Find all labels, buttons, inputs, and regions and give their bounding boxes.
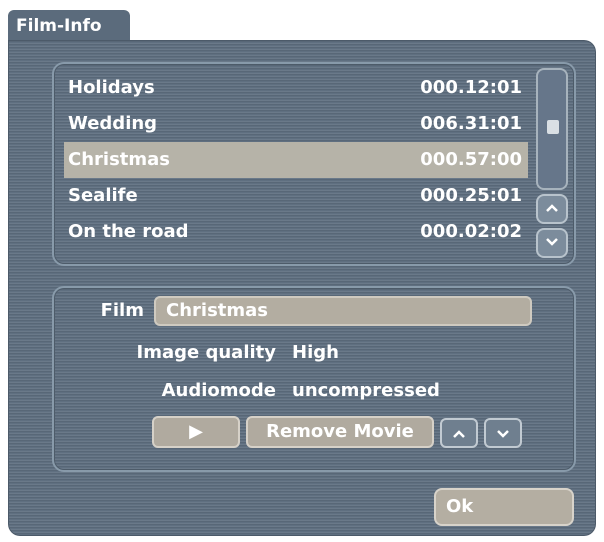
window-title: Film-Info (16, 16, 102, 36)
film-label: Film (100, 300, 144, 321)
film-duration: 000.02:02 (420, 221, 522, 242)
film-duration: 000.57:00 (420, 149, 522, 170)
film-list-item-on-the-road[interactable]: On the road 000.02:02 (64, 214, 528, 250)
film-list-panel: Holidays 000.12:01 Wedding 006.31:01 Chr… (52, 62, 576, 266)
film-name: Christmas (68, 149, 171, 170)
film-name: On the road (68, 221, 189, 242)
ok-button[interactable]: Ok (434, 488, 574, 526)
move-up-button[interactable] (440, 418, 478, 448)
chevron-down-icon (497, 430, 509, 438)
film-list-item-christmas[interactable]: Christmas 000.57:00 (64, 142, 528, 178)
play-button[interactable]: ▶ (152, 416, 240, 448)
film-duration: 000.12:01 (420, 77, 522, 98)
remove-movie-button[interactable]: Remove Movie (246, 416, 434, 448)
audiomode-value: uncompressed (292, 380, 440, 401)
chevron-down-icon (546, 238, 558, 246)
scrollbar-thumb[interactable] (547, 120, 559, 134)
chevron-up-icon (546, 204, 558, 212)
film-name: Holidays (68, 77, 155, 98)
film-name-field[interactable]: Christmas (154, 296, 532, 326)
film-duration: 000.25:01 (420, 185, 522, 206)
window-title-tab: Film-Info (8, 10, 130, 42)
list-scrollbar[interactable] (536, 68, 568, 190)
film-list-item-wedding[interactable]: Wedding 006.31:01 (64, 106, 528, 142)
film-duration: 006.31:01 (420, 113, 522, 134)
film-name: Wedding (68, 113, 158, 134)
scroll-up-button[interactable] (536, 194, 568, 224)
scroll-down-button[interactable] (536, 228, 568, 258)
film-info-window: Holidays 000.12:01 Wedding 006.31:01 Chr… (8, 40, 596, 536)
move-down-button[interactable] (484, 418, 522, 448)
film-list-item-sealife[interactable]: Sealife 000.25:01 (64, 178, 528, 214)
image-quality-value: High (292, 342, 339, 363)
film-name: Sealife (68, 185, 138, 206)
play-icon: ▶ (189, 421, 203, 442)
image-quality-label: Image quality (136, 342, 276, 363)
film-info-panel: Film Christmas Image quality High Audiom… (52, 286, 576, 472)
audiomode-label: Audiomode (161, 380, 276, 401)
chevron-up-icon (453, 430, 465, 438)
film-list-item-holidays[interactable]: Holidays 000.12:01 (64, 70, 528, 106)
